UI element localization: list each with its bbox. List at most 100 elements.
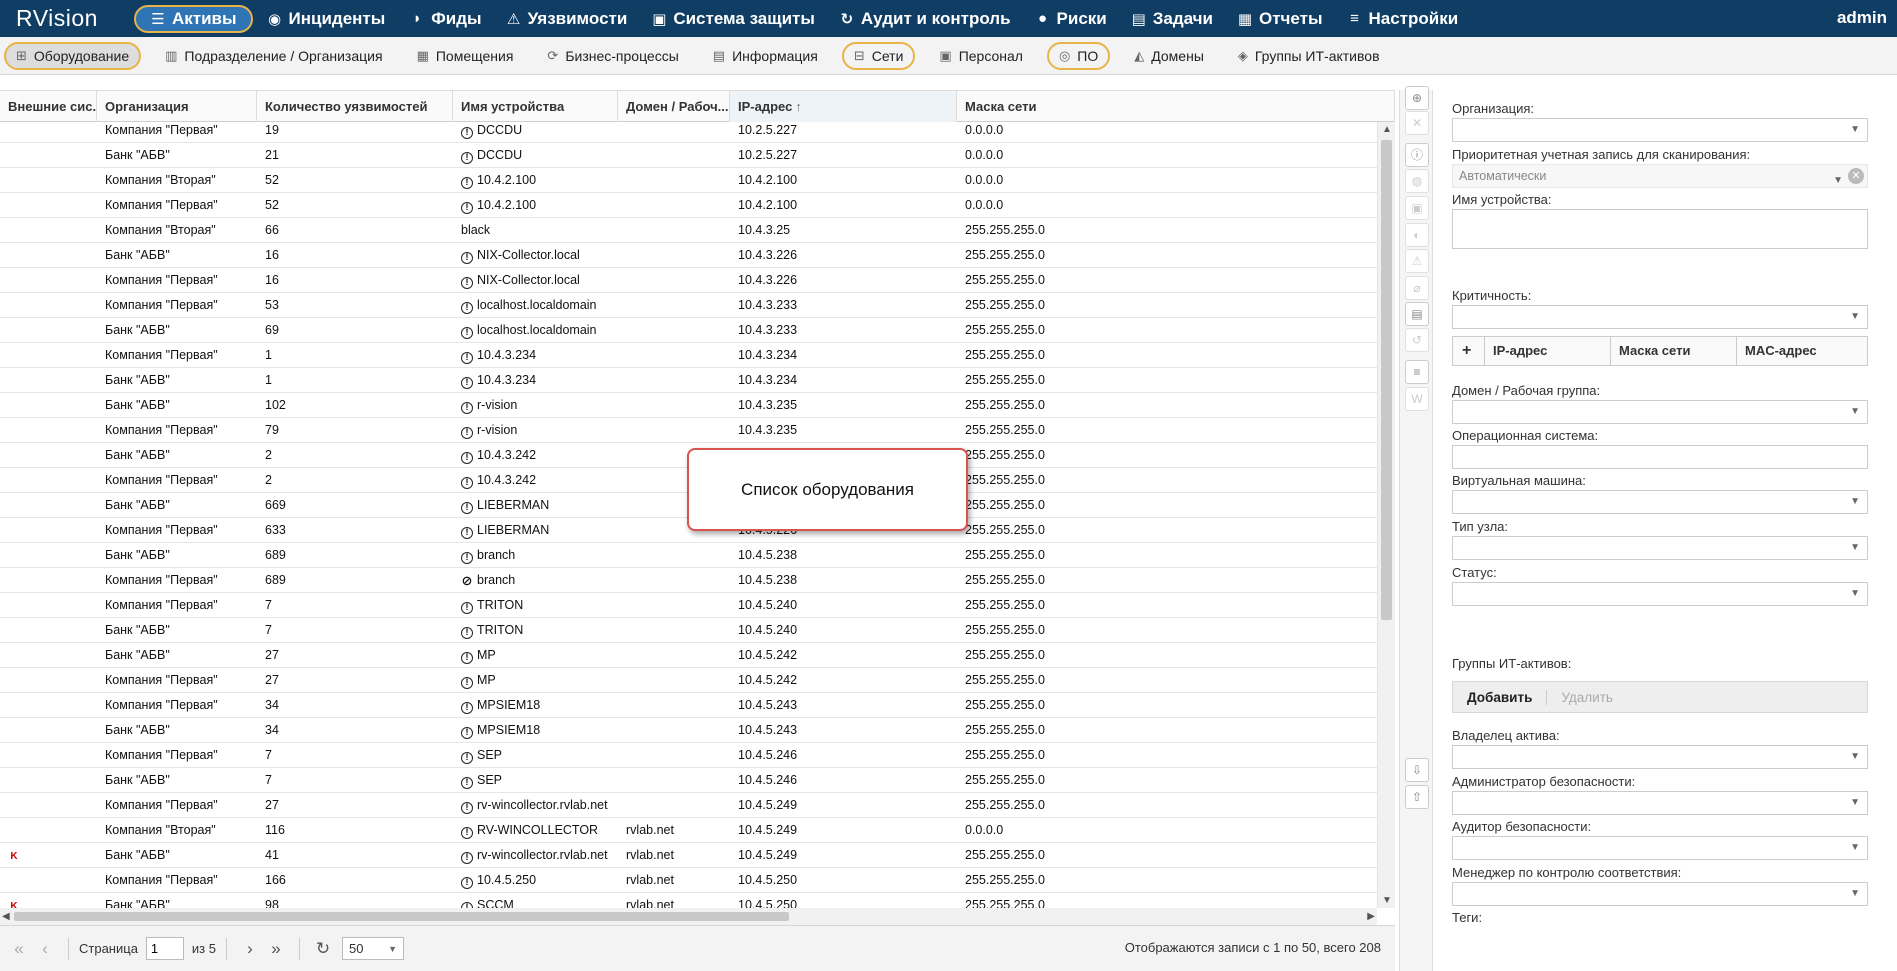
column-header[interactable]: Имя устройства [453,91,618,122]
table-row[interactable]: Компания "Вторая" 66 black 10.4.3.25 255.255… [0,218,1377,243]
owner-select[interactable]: ▼ [1452,745,1868,769]
compliance-manager-select[interactable]: ▼ [1452,882,1868,906]
scan-account-select[interactable]: Автоматически ▼ ✕ [1452,164,1868,188]
history-icon[interactable]: ↺ [1405,328,1429,352]
table-row[interactable]: Банк "АБВ" 102! r-vision 10.4.3.235 255.255.… [0,393,1377,418]
table-row[interactable]: Компания "Первая" 689 ⊘ branch 10.4.5.238 255… [0,568,1377,593]
scan-icon[interactable]: ◍ [1405,169,1429,193]
table-row[interactable]: Компания "Первая" 27! rv-wincollector.rvla… [0,793,1377,818]
table-row[interactable]: Компания "Первая" 53! localhost.localdomai… [0,293,1377,318]
add-ip-icon[interactable]: + [1453,337,1485,365]
clipboard-icon[interactable]: ▤ [1405,302,1429,326]
subnav-tab-9[interactable]: ◈ Группы ИТ-активов [1228,42,1390,70]
table-row[interactable]: Компания "Первая" 1! 10.4.3.234 10.4.3.234 2… [0,343,1377,368]
nav-item-2[interactable]: ◗ Фиды [399,5,491,33]
table-row[interactable]: K Банк "АБВ" 41! rv-wincollector.rvlab.net r… [0,843,1377,868]
first-page-button[interactable]: « [6,939,32,959]
user-menu[interactable]: admin [1837,8,1887,28]
subnav-tab-6[interactable]: ▣ Персонал [929,42,1033,70]
warning-icon[interactable]: ⚠ [1405,249,1429,273]
subnav-tab-7[interactable]: ◎ ПО [1046,41,1111,70]
table-row[interactable]: Компания "Вторая" 52! 10.4.2.100 10.4.2.100… [0,168,1377,193]
table-row[interactable]: Банк "АБВ" 689! branch 10.4.5.238 255.255.25… [0,543,1377,568]
subnav-tab-0[interactable]: ⊞ Оборудование [4,41,142,70]
nav-item-7[interactable]: ▤ Задачи [1121,5,1223,33]
table-row[interactable]: Компания "Первая" 166! 10.4.5.250 rvlab.net… [0,868,1377,893]
table-row[interactable]: K Банк "АБВ" 98 ! SCCM rvlab.net 10.4.5.250 255… [0,893,1377,908]
table-row[interactable]: Компания "Первая" 79! r-vision 10.4.3.235 25… [0,418,1377,443]
nav-item-6[interactable]: ● Риски [1025,5,1117,33]
page-number-input[interactable] [145,937,184,960]
subnav-tab-2[interactable]: ▦ Помещения [407,42,524,70]
criticality-select[interactable]: ▼ [1452,305,1868,329]
scroll-right-icon[interactable]: ▶ [1367,911,1375,922]
refresh-icon[interactable]: ↻ [310,939,336,959]
nav-item-8[interactable]: ▦ Отчеты [1227,5,1333,33]
column-header[interactable]: Внешние сис... [0,91,97,122]
table-row[interactable]: Банк "АБВ" 69! localhost.localdomain 10.4.3… [0,318,1377,343]
export-icon[interactable]: ⇧ [1405,785,1429,809]
domain-select[interactable]: ▼ [1452,400,1868,424]
table-row[interactable]: Компания "Первая" 34! MPSIEM18 10.4.5.243 25… [0,693,1377,718]
vm-select[interactable]: ▼ [1452,490,1868,514]
os-input[interactable] [1452,445,1868,469]
subnav-tab-5[interactable]: ⊟ Сети [841,41,916,70]
subnav-tab-1[interactable]: ▥ Подразделение / Организация [155,42,392,70]
table-row[interactable]: Банк "АБВ" 21! DCCDU 10.2.5.227 0.0.0.0 [0,143,1377,168]
nav-item-0[interactable]: ☰ Активы [134,4,253,33]
status-select[interactable]: ▼ [1452,582,1868,606]
card-icon[interactable]: ▣ [1405,196,1429,220]
vertical-scroll-thumb[interactable] [1381,140,1392,620]
table-row[interactable]: Компания "Первая" 7! TRITON 10.4.5.240 255.2… [0,593,1377,618]
nav-item-4[interactable]: ▣ Система защиты [641,5,825,33]
scroll-down-icon[interactable]: ▼ [1382,895,1392,906]
next-page-button[interactable]: › [237,939,263,959]
column-header[interactable]: Количество уязвимостей [257,91,453,122]
list-icon[interactable]: ≡ [1405,360,1429,384]
clear-icon[interactable]: ✕ [1848,168,1864,184]
device-name-input[interactable] [1452,209,1868,249]
table-row[interactable]: Банк "АБВ" 27! MP 10.4.5.242 255.255.255.0 [0,643,1377,668]
subnav-tab-8[interactable]: ◭ Домены [1124,42,1214,70]
nav-item-1[interactable]: ◉ Инциденты [257,5,396,33]
table-row[interactable]: Банк "АБВ" 1! 10.4.3.234 10.4.3.234 255.255.… [0,368,1377,393]
page-size-select[interactable]: 50 ▼ [342,937,404,960]
add-icon[interactable]: ⊕ [1405,86,1429,110]
auditor-select[interactable]: ▼ [1452,836,1868,860]
column-header[interactable]: IP-адрес ↑ [730,91,957,122]
table-row[interactable]: Компания "Первая" 16! NIX-Collector.local 1… [0,268,1377,293]
table-row[interactable]: Компания "Первая" 52! 10.4.2.100 10.4.2.100… [0,193,1377,218]
horizontal-scroll-thumb[interactable] [14,912,789,921]
info-icon[interactable]: ⓘ [1405,143,1429,167]
prev-page-button[interactable]: ‹ [32,939,58,959]
vertical-scrollbar[interactable]: ▲ ▼ [1377,122,1395,908]
delete-icon[interactable]: ✕ [1405,111,1429,135]
subnav-tab-4[interactable]: ▤ Информация [703,42,828,70]
app-logo[interactable]: RVision [16,5,134,32]
table-row[interactable]: Банк "АБВ" 16! NIX-Collector.local 10.4.3.2… [0,243,1377,268]
column-header[interactable]: Организация [97,91,257,122]
organization-select[interactable]: ▼ [1452,118,1868,142]
security-admin-select[interactable]: ▼ [1452,791,1868,815]
scroll-left-icon[interactable]: ◀ [2,911,10,922]
shield-icon[interactable]: ◐ [1405,223,1429,247]
word-icon[interactable]: W [1405,387,1429,411]
add-group-button[interactable]: Добавить [1453,689,1548,705]
import-icon[interactable]: ⇩ [1405,758,1429,782]
horizontal-scrollbar[interactable]: ◀ ▶ [0,908,1377,925]
attach-icon[interactable]: ⌀ [1405,276,1429,300]
node-type-select[interactable]: ▼ [1452,536,1868,560]
table-row[interactable]: Компания "Первая" 7! SEP 10.4.5.246 255.255.… [0,743,1377,768]
remove-group-button[interactable]: Удалить [1547,690,1627,705]
nav-item-5[interactable]: ↻ Аудит и контроль [829,5,1021,33]
scroll-up-icon[interactable]: ▲ [1382,124,1392,135]
table-row[interactable]: Банк "АБВ" 7! TRITON 10.4.5.240 255.255.255.… [0,618,1377,643]
column-header[interactable]: Маска сети [957,91,1395,122]
table-row[interactable]: Компания "Первая" 19! DCCDU 10.2.5.227 0.0.0… [0,122,1377,143]
table-row[interactable]: Компания "Вторая" 116! RV-WINCOLLECTOR rvla… [0,818,1377,843]
table-row[interactable]: Банк "АБВ" 34! MPSIEM18 10.4.5.243 255.255.2… [0,718,1377,743]
column-header[interactable]: Домен / Рабоч... [618,91,730,122]
table-row[interactable]: Компания "Первая" 27! MP 10.4.5.242 255.255.… [0,668,1377,693]
table-row[interactable]: Банк "АБВ" 7! SEP 10.4.5.246 255.255.255.0 [0,768,1377,793]
last-page-button[interactable]: » [263,939,289,959]
